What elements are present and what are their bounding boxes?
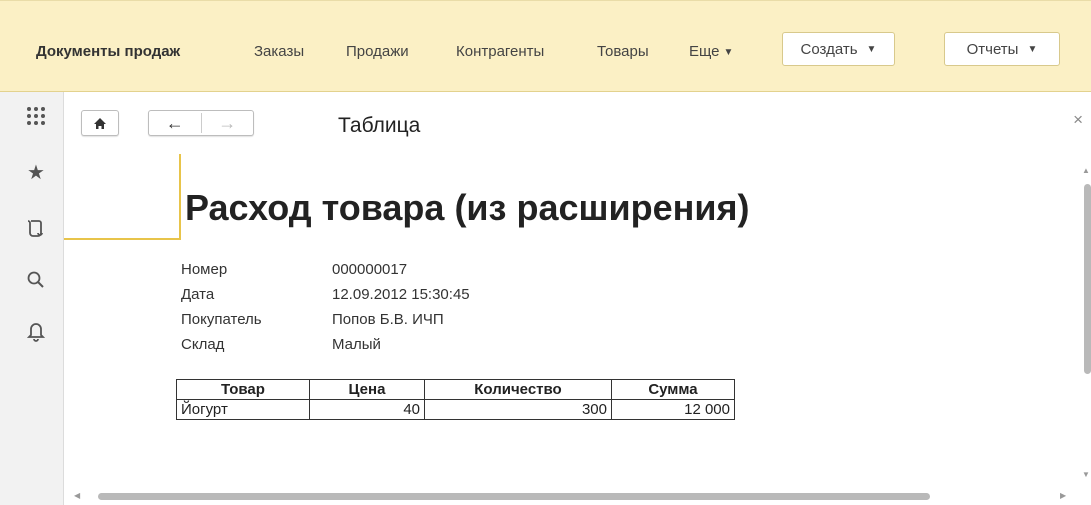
field-value-warehouse: Малый bbox=[332, 336, 381, 353]
accent-line-vertical bbox=[179, 154, 181, 240]
column-header-sum: Сумма bbox=[611, 379, 735, 400]
field-label-date: Дата bbox=[181, 286, 215, 303]
home-icon bbox=[94, 117, 106, 129]
nav-item-orders[interactable]: Заказы bbox=[254, 43, 304, 60]
accent-line-horizontal bbox=[64, 238, 181, 240]
create-button[interactable]: Создать ▼ bbox=[782, 32, 895, 66]
reports-button[interactable]: Отчеты ▼ bbox=[944, 32, 1060, 66]
scroll-down-arrow-icon[interactable]: ▼ bbox=[1082, 470, 1090, 479]
cell-sum: 12 000 bbox=[611, 399, 735, 420]
scroll-right-arrow-icon[interactable]: ▶ bbox=[1060, 491, 1066, 500]
history-icon[interactable] bbox=[24, 216, 48, 240]
nav-item-counterparties[interactable]: Контрагенты bbox=[456, 43, 544, 60]
nav-item-goods[interactable]: Товары bbox=[597, 43, 649, 60]
items-table: Товар Цена Количество Сумма Йогурт 40 30… bbox=[176, 379, 735, 420]
back-arrow-icon[interactable]: ← bbox=[149, 113, 201, 134]
vertical-scrollbar-thumb[interactable] bbox=[1084, 184, 1091, 374]
cell-quantity: 300 bbox=[424, 399, 612, 420]
field-label-customer: Покупатель bbox=[181, 311, 262, 328]
report-heading: Расход товара (из расширения) bbox=[185, 187, 750, 228]
nav-item-sales-documents[interactable]: Документы продаж bbox=[36, 43, 180, 60]
nav-item-sales[interactable]: Продажи bbox=[346, 43, 409, 60]
cell-product: Йогурт bbox=[176, 399, 310, 420]
field-value-number: 000000017 bbox=[332, 261, 408, 278]
apps-grid-icon[interactable] bbox=[24, 104, 48, 128]
scroll-up-arrow-icon[interactable]: ▲ bbox=[1082, 166, 1090, 175]
notifications-bell-icon[interactable] bbox=[24, 320, 48, 344]
history-nav-group: ← → bbox=[148, 110, 254, 136]
column-header-price: Цена bbox=[309, 379, 425, 400]
chevron-down-icon: ▼ bbox=[723, 46, 734, 58]
form-title: Таблица bbox=[338, 114, 421, 137]
field-value-date: 12.09.2012 15:30:45 bbox=[332, 286, 470, 303]
column-header-product: Товар bbox=[176, 379, 310, 400]
chevron-down-icon: ▼ bbox=[866, 43, 877, 55]
create-label: Создать bbox=[800, 40, 858, 58]
field-value-customer: Попов Б.В. ИЧП bbox=[332, 311, 444, 328]
forward-arrow-icon[interactable]: → bbox=[201, 113, 253, 134]
favorites-star-icon[interactable]: ★ bbox=[24, 160, 48, 184]
close-icon[interactable]: × bbox=[1073, 110, 1083, 130]
home-button[interactable] bbox=[81, 110, 119, 136]
chevron-down-icon: ▼ bbox=[1027, 43, 1038, 55]
scroll-left-arrow-icon[interactable]: ◀ bbox=[74, 491, 80, 500]
more-label: Еще bbox=[689, 43, 720, 60]
main-area: ← → Таблица × Расход товара (из расширен… bbox=[64, 92, 1091, 505]
table-header-row: Товар Цена Количество Сумма bbox=[176, 379, 735, 400]
field-label-warehouse: Склад bbox=[181, 336, 225, 353]
search-icon[interactable] bbox=[24, 268, 48, 292]
nav-item-more[interactable]: Еще ▼ bbox=[689, 43, 733, 60]
top-navigation-bar: Документы продаж Заказы Продажи Контраге… bbox=[0, 0, 1091, 92]
horizontal-scrollbar-thumb[interactable] bbox=[98, 493, 930, 500]
field-label-number: Номер bbox=[181, 261, 228, 278]
reports-label: Отчеты bbox=[966, 40, 1019, 58]
side-panel: ★ bbox=[0, 92, 64, 505]
table-row: Йогурт 40 300 12 000 bbox=[176, 399, 735, 420]
column-header-quantity: Количество bbox=[424, 379, 612, 400]
cell-price: 40 bbox=[309, 399, 425, 420]
